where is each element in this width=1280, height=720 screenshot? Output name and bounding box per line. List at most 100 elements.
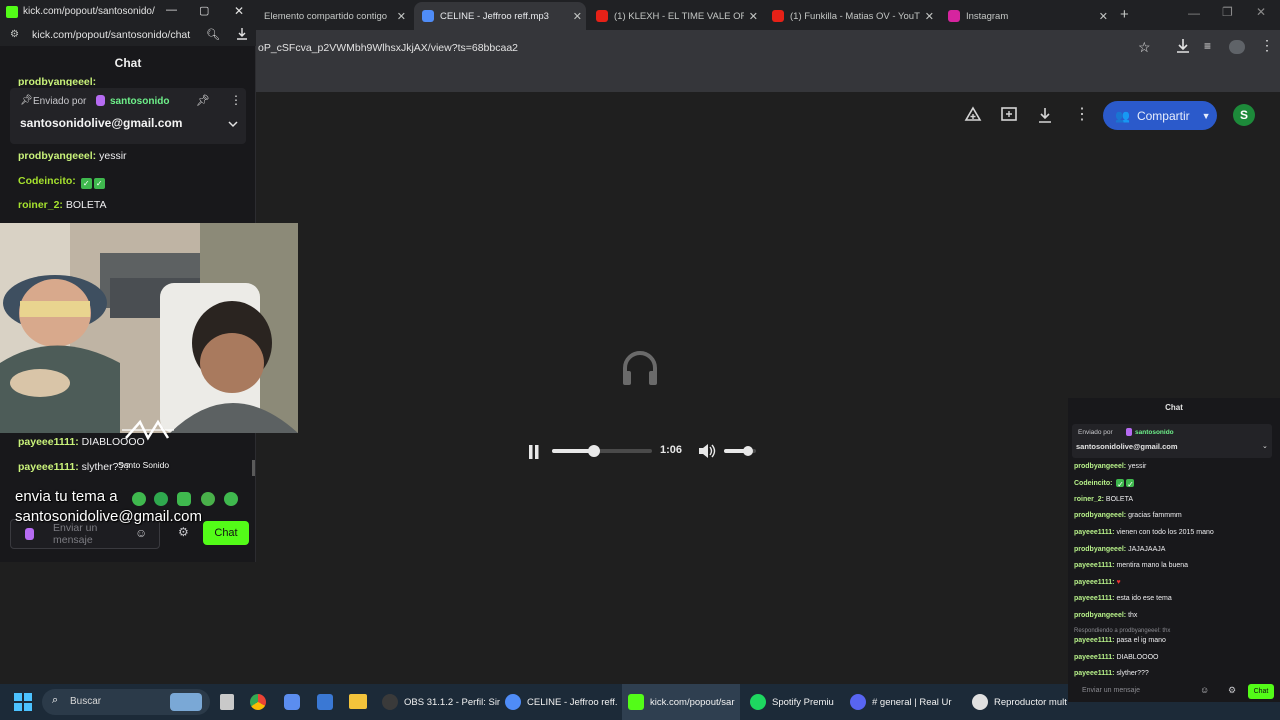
url-field[interactable]: oP_cSFcva_p2VWMbh9WlhsxJkjAX/view?ts=68b… — [256, 34, 1156, 62]
taskbar-spotify[interactable]: Spotify Premiu — [750, 684, 834, 720]
chat-message: payeee1111: vienen con todo los 2015 man… — [1074, 529, 1214, 536]
chat-message: Codeincito: ✓ ✓ — [1074, 479, 1135, 489]
tab-klexh[interactable]: (1) KLEXH - EL TIME VALE ORO ✕ — [590, 2, 762, 30]
volume-icon[interactable] — [698, 443, 716, 459]
minimize-button[interactable]: — — [1188, 6, 1200, 20]
popout-url[interactable]: kick.com/popout/santosonido/chat — [32, 29, 190, 41]
volume-slider[interactable] — [724, 446, 756, 456]
zoom-icon[interactable]: 🔍︎ — [206, 28, 220, 41]
cut-off-message: prodbyangeeel: — [18, 76, 97, 86]
more-options-icon[interactable]: ⋮ — [1072, 104, 1092, 124]
pause-button[interactable] — [528, 444, 540, 460]
search-placeholder: Buscar — [70, 696, 102, 707]
tab-title: Instagram — [966, 10, 1009, 22]
chat-title: Chat — [114, 56, 142, 70]
new-tab-button[interactable]: + — [1120, 6, 1129, 23]
avatar[interactable]: S — [1233, 104, 1255, 126]
taskbar-media-player[interactable]: Reproductor mult — [972, 684, 1067, 720]
emote-icon — [224, 492, 238, 506]
more-menu-icon[interactable]: ⋮ — [1260, 37, 1274, 54]
chrome-icon — [505, 694, 521, 710]
tab-title: (1) Funkilla - Matias OV - YouTube — [790, 10, 920, 22]
tab-shared-item[interactable]: Elemento compartido contigo ✕ — [258, 2, 410, 30]
settings-gear-icon[interactable]: ⚙ — [1228, 685, 1236, 696]
taskbar-kick-popout[interactable]: kick.com/popout/sar — [622, 684, 740, 720]
close-window-button[interactable]: ✕ — [1256, 5, 1266, 19]
chat-send-button[interactable]: Chat — [203, 521, 249, 545]
media-control-icon[interactable]: ≡ — [1204, 39, 1211, 53]
close-icon[interactable]: ✕ — [749, 10, 758, 23]
add-to-drive-icon[interactable] — [964, 106, 984, 126]
windows-taskbar: Enviar un mensaje ☺ ⚙ Chat ⌕ Buscar OBS … — [0, 682, 1280, 720]
download-icon[interactable] — [1176, 38, 1190, 54]
pinned-email: santosonidolive@gmail.com — [20, 116, 183, 130]
reply-note: Respondiendo a prodbyangeeel: thx — [1074, 628, 1171, 634]
checkmark-emote-icon: ✓ — [93, 178, 105, 189]
emoji-icon[interactable]: ☺ — [135, 526, 147, 540]
seek-handle[interactable] — [588, 445, 600, 457]
close-window-button[interactable]: ✕ — [234, 4, 244, 18]
input-placeholder[interactable]: Enviar un mensaje — [1082, 687, 1140, 694]
maximize-button[interactable]: ▢ — [199, 4, 209, 17]
star-icon[interactable]: ☆ — [1138, 39, 1151, 56]
download-icon[interactable] — [236, 27, 248, 41]
emote-icon — [132, 492, 146, 506]
download-icon[interactable] — [1036, 106, 1056, 126]
pinned-message[interactable]: Enviado por santosonido santosonidolive@… — [1072, 424, 1272, 458]
chat-message: Codeincito: ✓ ✓ — [18, 175, 105, 189]
emote-icon — [154, 492, 168, 506]
seek-bar[interactable] — [552, 445, 652, 457]
chat-message: payeee1111: pasa el ig mano — [1074, 637, 1166, 644]
taskbar-chrome-celine[interactable]: CELINE - Jeffroo reff. — [505, 684, 617, 720]
tab-funkilla[interactable]: (1) Funkilla - Matias OV - YouTube ✕ — [766, 2, 938, 30]
scrollbar[interactable] — [252, 460, 255, 476]
volume-handle[interactable] — [743, 446, 753, 456]
chat-message: payeee1111: esta ido ese tema — [1074, 595, 1172, 602]
heart-icon: ♥ — [1116, 579, 1121, 586]
close-icon[interactable]: ✕ — [397, 10, 406, 23]
chevron-down-icon[interactable] — [228, 120, 238, 128]
close-icon[interactable]: ✕ — [573, 10, 582, 23]
task-view-icon[interactable] — [220, 694, 234, 710]
site-settings-icon[interactable]: ⚙ — [10, 29, 19, 40]
share-label: Compartir — [1136, 108, 1190, 123]
pinned-sent-by: Enviado por — [1078, 429, 1113, 436]
emote-icon — [201, 492, 215, 506]
comment-add-icon[interactable] — [1000, 106, 1020, 126]
address-bar: oP_cSFcva_p2VWMbh9WlhsxJkjAX/view?ts=68b… — [256, 30, 1280, 66]
spotify-icon — [750, 694, 766, 710]
emoji-icon[interactable]: ☺ — [1200, 685, 1209, 695]
chat-send-button[interactable]: Chat — [1248, 684, 1274, 699]
taskbar-discord[interactable]: # general | Real Ur — [850, 684, 952, 720]
pinned-message[interactable]: 📌︎ Enviado por santosonido 📌︎ ⋮ santoson… — [10, 88, 246, 144]
chat-message: roiner_2: BOLETA — [18, 199, 107, 211]
drive-icon — [422, 10, 434, 22]
chrome-icon[interactable] — [250, 694, 266, 710]
chevron-down-icon[interactable]: ⌄ — [1262, 442, 1268, 450]
unpin-icon[interactable]: 📌︎ — [196, 94, 210, 107]
search-icon: ⌕ — [52, 694, 59, 706]
taskbar-obs[interactable]: OBS 31.1.2 - Perfil: Sir — [382, 684, 500, 720]
taskbar-search[interactable]: ⌕ Buscar — [42, 689, 210, 715]
windows-start-icon[interactable] — [14, 693, 32, 711]
tab-celine-mp3[interactable]: CELINE - Jeffroo reff.mp3 ✕ — [414, 2, 586, 30]
close-icon[interactable]: ✕ — [925, 10, 934, 23]
minimize-button[interactable]: — — [166, 4, 177, 16]
obs-icon — [382, 694, 398, 710]
kick-logo-icon — [6, 6, 18, 18]
mic-badge-icon — [1126, 428, 1132, 436]
profile-icon[interactable] — [1229, 40, 1245, 54]
maximize-button[interactable]: ❐ — [1222, 5, 1233, 19]
time-display: 1:06 — [660, 444, 683, 456]
overlay-chat-input-bar: Enviar un mensaje ☺ ⚙ Chat — [1068, 682, 1280, 702]
store-icon[interactable] — [317, 694, 333, 710]
tab-instagram[interactable]: Instagram ✕ — [942, 2, 1112, 30]
share-button[interactable]: 👥 Compartir ▼ — [1103, 101, 1217, 130]
file-explorer-icon[interactable] — [349, 694, 367, 709]
copilot-icon[interactable] — [284, 694, 300, 710]
youtube-icon — [772, 10, 784, 22]
close-icon[interactable]: ✕ — [1099, 10, 1108, 23]
popout-address-bar: ⚙ kick.com/popout/santosonido/chat 🔍︎ — [0, 24, 256, 46]
settings-gear-icon[interactable]: ⚙ — [178, 525, 189, 539]
more-options-icon[interactable]: ⋮ — [230, 93, 242, 107]
